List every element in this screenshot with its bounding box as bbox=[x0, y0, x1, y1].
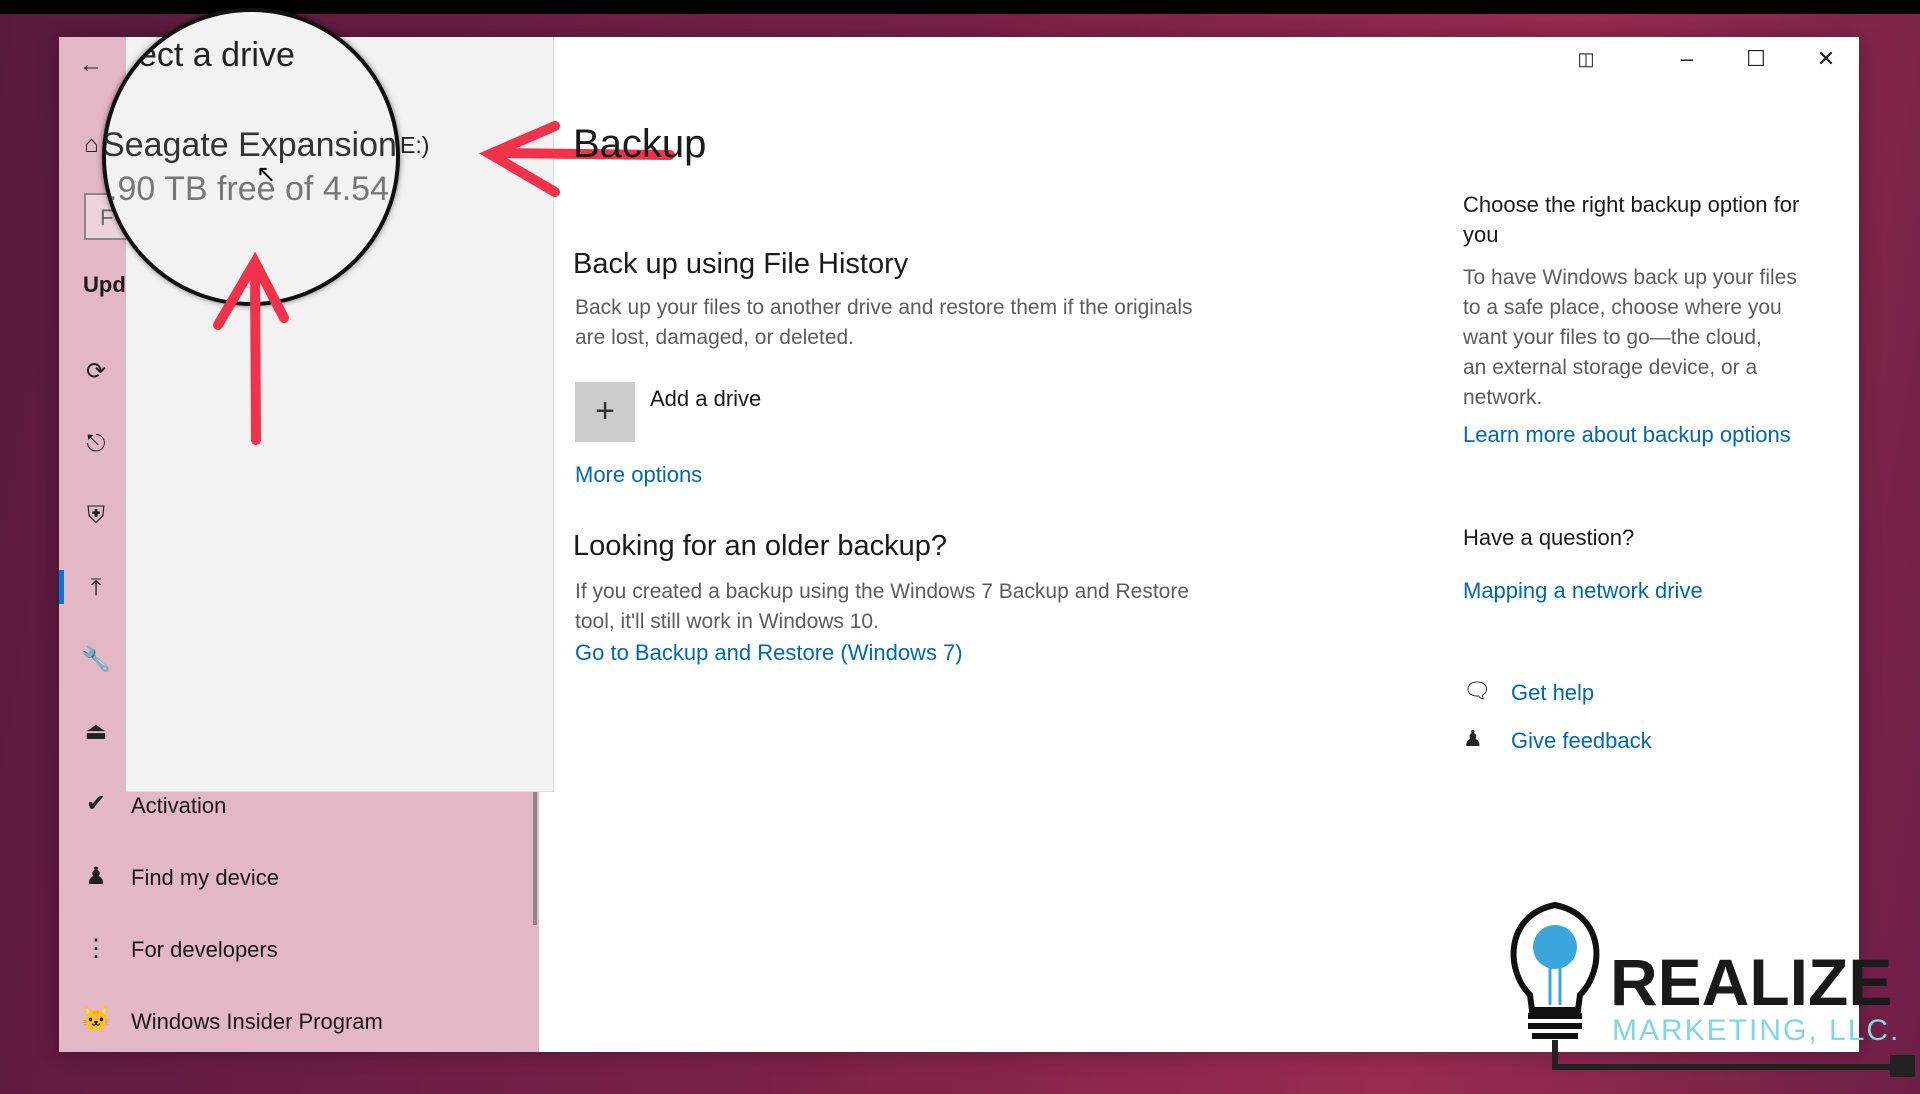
sidebar-item-find-my-device[interactable]: Find my device bbox=[131, 865, 279, 891]
learn-more-backup-link[interactable]: Learn more about backup options bbox=[1463, 422, 1791, 448]
add-drive-button[interactable]: + bbox=[575, 382, 635, 442]
older-backup-heading: Looking for an older backup? bbox=[573, 530, 948, 562]
maximize-button[interactable]: ☐ bbox=[1736, 44, 1776, 74]
desc-line: want your files to go—the cloud, bbox=[1463, 326, 1762, 349]
wrench-icon[interactable]: 🔧 bbox=[80, 644, 112, 676]
get-help-icon: 🗨 bbox=[1463, 678, 1491, 703]
find-device-icon[interactable]: ♟ bbox=[80, 861, 112, 893]
recovery-icon[interactable]: ⏏ bbox=[80, 716, 112, 748]
file-history-desc-2: are lost, damaged, or deleted. bbox=[575, 326, 855, 349]
active-indicator bbox=[59, 570, 64, 604]
desc-line: an external storage device, or a bbox=[1463, 356, 1758, 379]
older-backup-desc-1: If you created a backup using the Window… bbox=[575, 580, 1190, 603]
compact-overlay-icon[interactable]: ◫ bbox=[1566, 44, 1606, 74]
realize-marketing-logo: REALIZE MARKETING, LLC. bbox=[1510, 901, 1915, 1077]
backup-restore-win7-link[interactable]: Go to Backup and Restore (Windows 7) bbox=[575, 640, 963, 666]
close-button[interactable]: ✕ bbox=[1806, 44, 1846, 74]
right-heading-line-1: Choose the right backup option for bbox=[1463, 192, 1800, 217]
svg-text:MARKETING, LLC.: MARKETING, LLC. bbox=[1612, 1014, 1900, 1047]
up-arrow bbox=[213, 251, 289, 445]
get-help-link[interactable]: Get help bbox=[1511, 680, 1594, 706]
insider-cat-icon[interactable]: 🐱 bbox=[80, 1004, 112, 1036]
svg-text:REALIZE: REALIZE bbox=[1610, 945, 1892, 1019]
developer-tools-icon[interactable]: ⋮ bbox=[80, 933, 112, 965]
desc-line: To have Windows back up your files bbox=[1463, 266, 1797, 289]
page-title: Backup bbox=[573, 122, 707, 166]
sidebar-item-for-developers[interactable]: For developers bbox=[131, 937, 278, 963]
desc-line: to a safe place, choose where you bbox=[1463, 296, 1782, 319]
file-history-desc-1: Back up your files to another drive and … bbox=[575, 296, 1193, 319]
backup-upload-icon[interactable]: ⤒ bbox=[80, 572, 112, 604]
desc-line: network. bbox=[1463, 386, 1543, 409]
more-options-link[interactable]: More options bbox=[575, 462, 702, 488]
right-heading-line-2: you bbox=[1463, 222, 1499, 247]
shield-icon[interactable]: ⛨ bbox=[80, 500, 112, 532]
minimize-button[interactable]: – bbox=[1667, 44, 1707, 74]
check-circle-icon[interactable]: ✔ bbox=[80, 788, 112, 820]
sidebar-item-windows-insider[interactable]: Windows Insider Program bbox=[131, 1009, 383, 1035]
sidebar-scrollbar[interactable] bbox=[533, 790, 537, 925]
mapping-network-drive-link[interactable]: Mapping a network drive bbox=[1463, 578, 1703, 604]
feedback-icon: ♟ bbox=[1463, 726, 1483, 751]
question-heading: Have a question? bbox=[1463, 525, 1635, 550]
add-drive-label[interactable]: Add a drive bbox=[650, 386, 761, 412]
right-description: To have Windows back up your files to a … bbox=[1463, 263, 1797, 413]
sidebar-item-activation[interactable]: Activation bbox=[131, 793, 226, 819]
give-feedback-link[interactable]: Give feedback bbox=[1511, 728, 1652, 754]
file-history-heading: Back up using File History bbox=[573, 248, 909, 280]
plus-icon: + bbox=[595, 392, 615, 430]
older-backup-desc-2: tool, it'll still work in Windows 10. bbox=[575, 610, 879, 633]
